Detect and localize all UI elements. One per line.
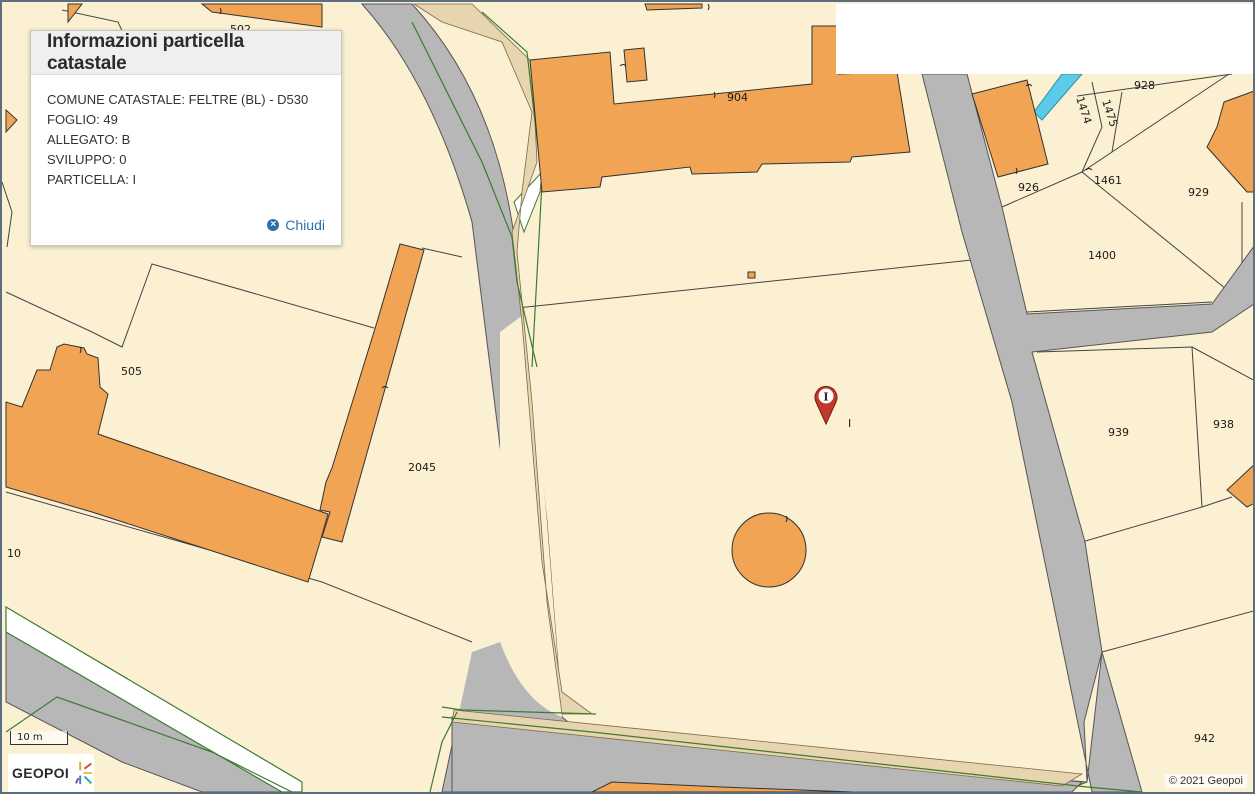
parcel-label: 1400 [1088,249,1116,262]
info-allegato: ALLEGATO: B [47,132,131,147]
parcel-label: 904 [727,91,748,104]
info-comune: COMUNE CATASTALE: FELTRE (BL) - D530 [47,92,309,107]
parcel-label: 938 [1213,418,1234,431]
blank-overlay [836,4,1253,74]
close-button[interactable]: × Chiudi [267,217,325,233]
info-foglio: FOGLIO: 49 [47,112,118,127]
popup-body: COMUNE CATASTALE: FELTRE (BL) - D530 FOG… [31,75,341,190]
scale-bar: 10 m [10,731,68,745]
parcel-label: 928 [1134,79,1155,92]
close-circle-icon: × [267,219,280,231]
parcel-label: 1461 [1094,174,1122,187]
parcel-label: 926 [1018,181,1039,194]
copyright-notice: © 2021 Geopoi [1164,774,1247,788]
parcel-label: 505 [121,365,142,378]
parcel-label: 942 [1194,732,1215,745]
parcel-label: 2045 [408,461,436,474]
info-particella: PARTICELLA: I [47,172,137,187]
map-view[interactable]: 502 904 928 1474 1475 926 1461 929 1400 … [0,0,1255,794]
geopoi-logo-icon [75,761,93,785]
info-sviluppo: SVILUPPO: 0 [47,152,127,167]
brand-logo[interactable]: GEOPOI [8,754,94,792]
popup-title: Informazioni particella catastale [47,30,245,74]
close-label: Chiudi [285,217,325,233]
parcel-label: 929 [1188,186,1209,199]
parcel-info-popup: Informazioni particella catastale COMUNE… [30,30,342,246]
popup-header: Informazioni particella catastale [31,31,341,75]
marker-letter: I [823,391,828,404]
parcel-label-selected: I [848,417,851,430]
brand-name: GEOPOI [12,765,70,781]
parcel-label: 939 [1108,426,1129,439]
parcel-label: 10 [7,547,21,560]
